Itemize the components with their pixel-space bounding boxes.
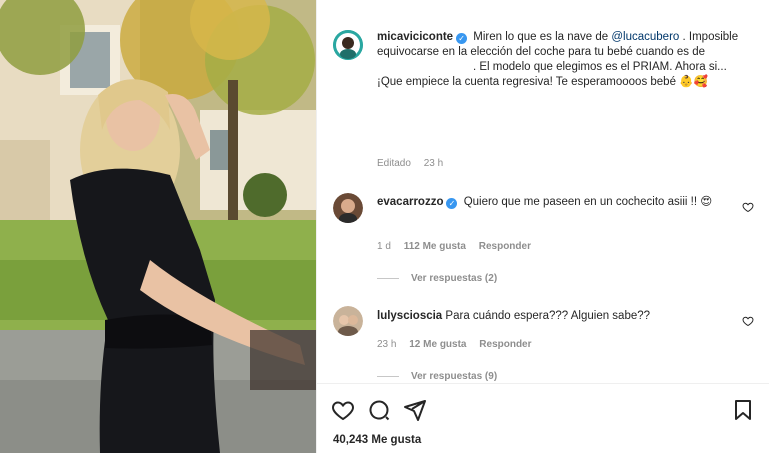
comment-avatar[interactable]: [333, 306, 363, 336]
comment-avatar[interactable]: [333, 193, 363, 223]
author-username[interactable]: micaviciconte: [377, 31, 453, 43]
caption-meta: Editado 23 h: [377, 158, 453, 169]
comment-likes[interactable]: 12 Me gusta: [409, 339, 466, 350]
comment-2-text: lulyscioscia Para cuándo espera??? Algui…: [377, 309, 734, 324]
heart-icon[interactable]: [331, 398, 355, 422]
reply-button[interactable]: Responder: [479, 241, 531, 252]
verified-icon: ✓: [456, 33, 468, 44]
author-avatar[interactable]: [333, 30, 363, 60]
comment-username[interactable]: evacarrozzo: [377, 196, 443, 208]
comment-1-meta: 1 d 112 Me gusta Responder: [377, 241, 541, 252]
comment-icon[interactable]: [367, 398, 391, 422]
caption-text-part1: Miren lo que es la nave de: [473, 31, 612, 43]
reply-button[interactable]: Responder: [479, 339, 531, 350]
edited-label: Editado: [377, 158, 411, 169]
replies-divider: [377, 376, 399, 377]
likes-count[interactable]: 40,243 Me gusta: [333, 434, 421, 446]
caption-text-part3: . El modelo que elegimos es el PRIAM. Ah…: [377, 61, 727, 88]
post-time[interactable]: 23 h: [424, 158, 443, 169]
view-replies-label: Ver respuestas (2): [411, 273, 498, 284]
view-replies-button[interactable]: Ver respuestas (2): [377, 273, 497, 284]
comments-section[interactable]: micaviciconte ✓ Miren lo que es la nave d…: [317, 0, 769, 383]
comment-likes[interactable]: 112 Me gusta: [404, 241, 466, 252]
share-icon[interactable]: [403, 398, 427, 422]
comment-username[interactable]: lulyscioscia: [377, 310, 442, 322]
comment-1-text: evacarrozzo ✓ Quiero que me paseen en un …: [377, 195, 734, 210]
comment-time[interactable]: 23 h: [377, 339, 396, 350]
comment-like-heart-icon[interactable]: [742, 201, 754, 213]
comment-body: Quiero que me paseen en un cochecito asi…: [463, 196, 713, 208]
comment-time[interactable]: 1 d: [377, 241, 391, 252]
post-caption: micaviciconte ✓ Miren lo que es la nave d…: [377, 30, 750, 90]
view-replies-button[interactable]: Ver respuestas (9): [377, 371, 497, 382]
comment-2-meta: 23 h 12 Me gusta Responder: [377, 339, 542, 350]
view-replies-label: Ver respuestas (9): [411, 371, 498, 382]
caption-mention[interactable]: @lucacubero: [611, 31, 679, 43]
post-actions-bar: 40,243 Me gusta: [317, 383, 769, 453]
post-modal: micaviciconte ✓ Miren lo que es la nave d…: [0, 0, 769, 453]
replies-divider: [377, 278, 399, 279]
avatar-image: [333, 193, 363, 223]
post-media[interactable]: [0, 0, 316, 453]
post-photo: [0, 0, 316, 453]
bookmark-icon[interactable]: [731, 398, 755, 422]
comment-body: Para cuándo espera??? Alguien sabe??: [445, 310, 651, 322]
avatar-image: [333, 306, 363, 336]
comment-like-heart-icon[interactable]: [742, 315, 754, 327]
post-details-panel: micaviciconte ✓ Miren lo que es la nave d…: [316, 0, 769, 453]
verified-icon: ✓: [446, 198, 458, 209]
avatar-image: [333, 30, 363, 60]
